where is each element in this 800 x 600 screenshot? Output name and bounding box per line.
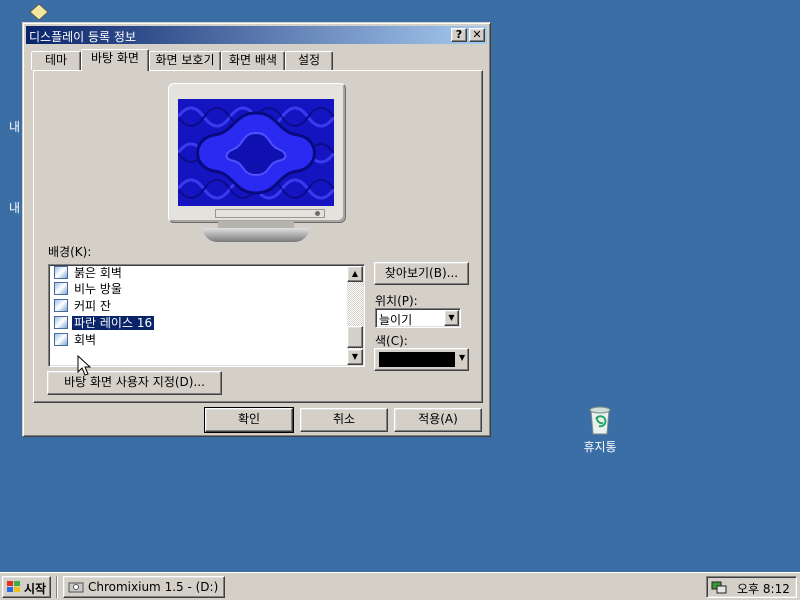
background-label: 배경(K): <box>48 245 92 259</box>
cancel-button[interactable]: 취소 <box>300 408 388 432</box>
scroll-up-button[interactable]: ▲ <box>347 266 363 282</box>
bitmap-icon <box>54 266 68 279</box>
help-button[interactable]: ? <box>451 28 467 42</box>
scroll-thumb[interactable] <box>347 326 363 348</box>
tab-theme[interactable]: 테마 <box>31 51 81 70</box>
list-item[interactable]: 회벽 <box>54 332 354 349</box>
close-button[interactable]: ✕ <box>469 28 485 42</box>
title-bar[interactable]: 디스플레이 등록 정보 ? ✕ <box>26 26 487 44</box>
wallpaper-preview <box>178 99 334 206</box>
list-item[interactable]: 붉은 회벽 <box>54 265 354 282</box>
desktop-label-1: 내 <box>9 120 21 134</box>
tab-screensaver[interactable]: 화면 보호기 <box>149 51 221 70</box>
position-value: 늘이기 <box>379 313 413 327</box>
display-properties-dialog: 디스플레이 등록 정보 ? ✕ 테마 바탕 화면 화면 보호기 화면 배색 설정 <box>22 22 491 437</box>
taskbar-separator <box>56 576 58 598</box>
task-button-explorer[interactable]: Chromixium 1.5 - (D:) <box>63 576 225 598</box>
blue-lace-pattern <box>178 99 334 206</box>
list-item[interactable]: 커피 잔 <box>54 298 354 315</box>
documents-icon <box>29 3 49 21</box>
chevron-down-icon: ▼ <box>459 353 466 362</box>
customize-desktop-button[interactable]: 바탕 화면 사용자 지정(D)... <box>47 371 222 395</box>
browse-button[interactable]: 찾아보기(B)... <box>374 262 469 285</box>
ok-button[interactable]: 확인 <box>204 407 294 433</box>
list-scrollbar[interactable]: ▲ ▼ <box>347 266 363 365</box>
windows-logo-icon <box>7 581 20 592</box>
monitor-preview <box>168 83 346 223</box>
taskbar: 시작 Chromixium 1.5 - (D:) 오후 8:12 <box>0 572 800 600</box>
background-list[interactable]: 붉은 회벽 비누 방울 커피 잔 파란 레이스 16 회벽 <box>48 264 365 367</box>
task-label: Chromixium 1.5 - (D:) <box>88 580 219 594</box>
tab-settings[interactable]: 설정 <box>285 51 333 70</box>
tab-appearance[interactable]: 화면 배색 <box>221 51 285 70</box>
bitmap-icon <box>54 282 68 295</box>
window-title: 디스플레이 등록 정보 <box>29 30 136 44</box>
bitmap-icon <box>54 299 68 312</box>
desktop-icon-top[interactable] <box>26 2 52 22</box>
mouse-cursor-icon <box>77 355 91 376</box>
system-tray: 오후 8:12 <box>706 576 797 598</box>
recycle-bin-icon <box>589 406 611 435</box>
monitor-control-panel <box>215 209 325 218</box>
bitmap-icon <box>54 316 68 329</box>
bitmap-icon <box>54 333 68 346</box>
list-item-selected[interactable]: 파란 레이스 16 <box>54 315 354 332</box>
position-label: 위치(P): <box>375 294 418 308</box>
start-button[interactable]: 시작 <box>2 576 51 598</box>
apply-button[interactable]: 적용(A) <box>394 408 482 432</box>
position-select[interactable]: 늘이기 ▼ <box>375 308 461 328</box>
list-item[interactable]: 비누 방울 <box>54 281 354 298</box>
power-led <box>315 211 320 216</box>
desktop-label-2: 내 <box>9 201 21 215</box>
color-picker-button[interactable]: ▼ <box>374 348 469 371</box>
network-icon[interactable] <box>711 580 727 594</box>
start-label: 시작 <box>24 582 47 596</box>
scroll-down-button[interactable]: ▼ <box>347 349 363 365</box>
drive-icon <box>68 582 84 593</box>
color-swatch <box>379 352 455 367</box>
monitor-stand <box>203 228 309 242</box>
recycle-bin-label: 휴지통 <box>583 440 617 454</box>
chevron-down-icon[interactable]: ▼ <box>444 310 459 326</box>
color-label: 색(C): <box>375 334 408 348</box>
recycle-bin[interactable]: 휴지통 <box>575 404 625 460</box>
clock[interactable]: 오후 8:12 <box>737 580 790 597</box>
tab-desktop[interactable]: 바탕 화면 <box>81 49 149 71</box>
